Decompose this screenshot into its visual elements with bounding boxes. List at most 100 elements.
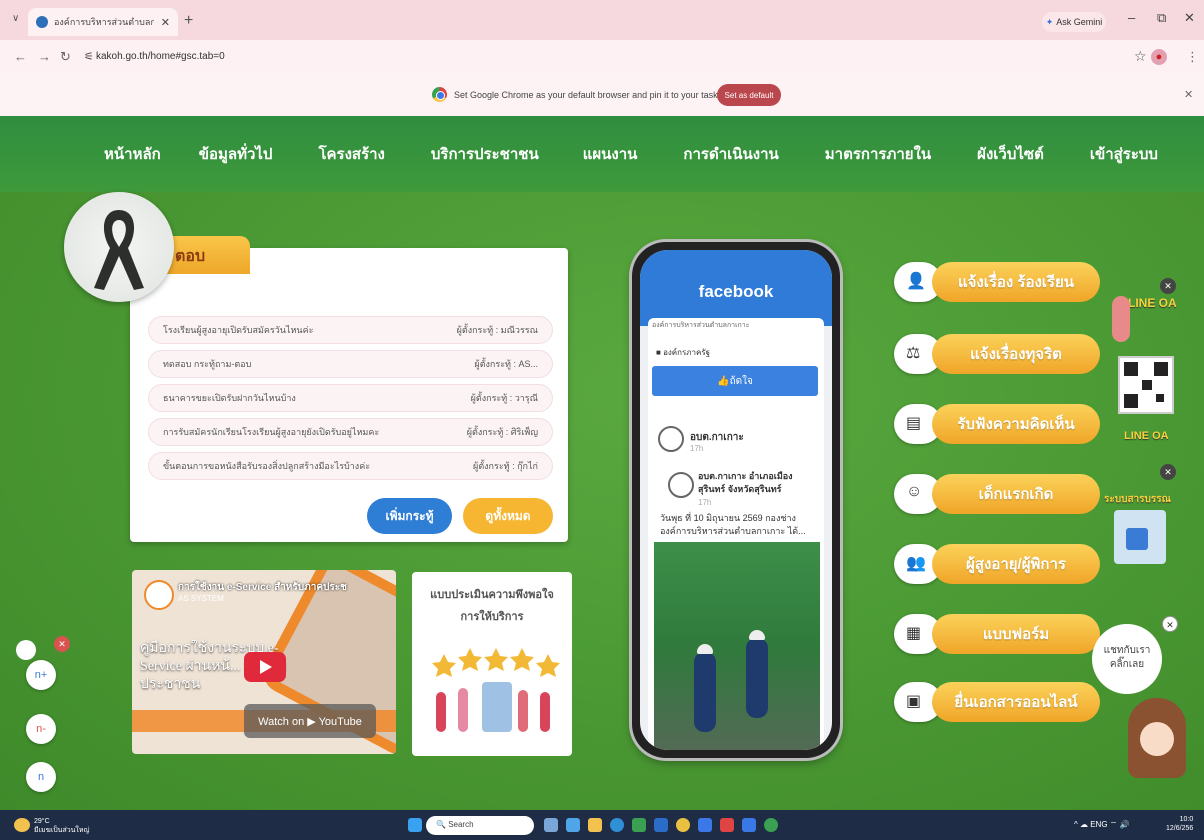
back-icon[interactable]: ←	[14, 49, 27, 64]
minimize-icon[interactable]: –	[1128, 10, 1135, 25]
close-accessibility-icon[interactable]: ✕	[54, 636, 70, 652]
service-online-docs[interactable]: ▣ ยื่นเอกสารออนไลน์	[894, 682, 1102, 722]
forward-icon[interactable]: →	[38, 49, 51, 64]
chat-mascot[interactable]	[1128, 698, 1186, 778]
edge-icon[interactable]	[610, 818, 624, 832]
video-channel: AS SYSTEM	[178, 594, 224, 603]
pdf-icon[interactable]	[720, 818, 734, 832]
line-qr-code[interactable]	[1118, 356, 1174, 414]
close-line-widget-icon[interactable]: ✕	[1160, 278, 1176, 294]
service-complaint[interactable]: 👤 แจ้งเรื่อง ร้องเรียน	[894, 262, 1102, 302]
nav-structure[interactable]: โครงสร้าง	[318, 142, 384, 166]
survey-illustration	[432, 648, 560, 732]
fb-post1-name[interactable]: อบต.กาเกาะ	[690, 430, 744, 445]
chrome-logo-icon	[432, 87, 447, 102]
widgets-icon[interactable]	[566, 818, 580, 832]
system-tray[interactable]: ^ ☁ ENG ⌔ 🔊	[1074, 820, 1129, 830]
reload-icon[interactable]: ↻	[60, 49, 71, 65]
watch-on-youtube-button[interactable]: Watch on ▶ YouTube	[244, 704, 376, 738]
service-newborn[interactable]: ☺ เด็กแรกเกิด	[894, 474, 1102, 514]
qa-author: ผู้ตั้งกระทู้ : วารุณี	[470, 393, 538, 403]
qa-author: ผู้ตั้งกระทู้ : ศิริเพ็ญ	[466, 427, 538, 437]
nav-general-info[interactable]: ข้อมูลทั่วไป	[199, 142, 273, 166]
font-decrease-button[interactable]: n-	[26, 714, 56, 744]
view-all-button[interactable]: ดูทั้งหมด	[463, 498, 553, 534]
font-increase-button[interactable]: n+	[26, 660, 56, 690]
set-default-button[interactable]: Set as default	[717, 84, 781, 106]
close-chat-icon[interactable]: ✕	[1162, 616, 1178, 632]
clock-time: 10:0	[1179, 816, 1194, 823]
restore-icon[interactable]: ⧉	[1157, 10, 1166, 26]
helmet	[749, 630, 765, 640]
line-oa-bottom[interactable]: LINE OA	[1124, 430, 1169, 442]
service-label: ผู้สูงอายุ/ผู้พิการ	[932, 544, 1100, 584]
profile-avatar[interactable]: ●	[1151, 49, 1167, 65]
window-close-icon[interactable]: ✕	[1184, 10, 1195, 26]
fb-post2-name[interactable]: อบต.กาเกาะ อำเภอเมือง สุรินทร์ จังหวัดสุ…	[698, 470, 816, 496]
play-icon[interactable]	[244, 652, 286, 682]
qa-author: ผู้ตั้งกระทู้ : มณีวรรณ	[456, 325, 538, 335]
url-field[interactable]: kakoh.go.th/home#gsc.tab=0	[96, 51, 225, 62]
youtube-video[interactable]: การใช้งาน e-Service สำหรับภาคประช AS SYS…	[132, 570, 396, 754]
infobar-close-icon[interactable]: ✕	[1184, 88, 1193, 101]
satisfaction-survey[interactable]: แบบประเมินความพึงพอใจ การให้บริการ	[412, 572, 572, 756]
store-icon[interactable]	[632, 818, 646, 832]
nav-sitemap[interactable]: ผังเว็บไซต์	[977, 142, 1044, 166]
nav-internal-measures[interactable]: มาตรการภายใน	[825, 142, 931, 166]
outlook-icon[interactable]	[742, 818, 756, 832]
fb-page-name: ■ องค์กรภาครัฐ	[656, 348, 711, 357]
fb-like-button[interactable]: 👍 ถ้ดใจ	[652, 366, 818, 396]
weather-widget[interactable]: 29°C มีเมฆเป็นส่วนใหญ่	[34, 817, 89, 835]
weather-desc: มีเมฆเป็นส่วนใหญ่	[34, 827, 90, 834]
service-opinion[interactable]: ▤ รับฟังความคิดเห็น	[894, 404, 1102, 444]
browser-tab[interactable]: องค์การบริหารส่วนตำบลกาเกาะ ✕	[28, 8, 178, 36]
qa-row[interactable]: การรับสมัครนักเรียนโรงเรียนผู้สูงอายุยัง…	[148, 418, 553, 446]
mail-icon[interactable]	[654, 818, 668, 832]
service-corruption[interactable]: ⚖ แจ้งเรื่องทุจริต	[894, 334, 1102, 374]
service-forms[interactable]: ▦ แบบฟอร์ม	[894, 614, 1102, 654]
font-normal-button[interactable]: n	[26, 762, 56, 792]
word-icon[interactable]	[698, 818, 712, 832]
weather-icon[interactable]	[14, 818, 30, 832]
tab-search-icon[interactable]: ∨	[12, 13, 19, 24]
taskbar-clock[interactable]: 10:0 12/6/256	[1166, 815, 1193, 833]
bookmark-star-icon[interactable]: ☆	[1134, 48, 1147, 65]
nav-public-service[interactable]: บริการประชาชน	[431, 142, 539, 166]
close-ebook-widget-icon[interactable]: ✕	[1160, 464, 1176, 480]
facebook-logo[interactable]: facebook	[640, 282, 832, 302]
nav-plans[interactable]: แผนงาน	[583, 142, 638, 166]
language-indicator[interactable]: ENG	[1090, 820, 1107, 829]
line-oa-top[interactable]: LINE OA	[1128, 296, 1177, 310]
menu-kebab-icon[interactable]: ⋮	[1186, 49, 1199, 65]
ebook-title[interactable]: ระบบสารบรรณ	[1104, 492, 1171, 507]
nav-operations[interactable]: การดำเนินงาน	[683, 142, 778, 166]
service-elderly[interactable]: 👥 ผู้สูงอายุ/ผู้พิการ	[894, 544, 1102, 584]
qa-row[interactable]: ทดสอบ กระทู้ถาม-ตอบ ผู้ตั้งกระทู้ : AS...	[148, 350, 553, 378]
qa-row[interactable]: ขั้นตอนการขอหนังสือรับรองสิ่งปลูกสร้างมี…	[148, 452, 553, 480]
mascot-figure	[1112, 296, 1130, 342]
nav-login[interactable]: เข้าสู่ระบบ	[1090, 142, 1158, 166]
chat-bubble[interactable]: แชทกับเรา คลิ๊กเลย	[1092, 624, 1162, 694]
site-info-icon[interactable]: ⚟	[84, 50, 94, 63]
add-topic-button[interactable]: เพิ่มกระทู้	[367, 498, 452, 534]
chrome-icon[interactable]	[676, 818, 690, 832]
gemini-icon: ✦	[1045, 16, 1054, 27]
line-app-icon[interactable]	[764, 818, 778, 832]
taskbar-search[interactable]: 🔍 Search	[426, 816, 534, 835]
taskview-icon[interactable]	[544, 818, 558, 832]
fb-post-photo[interactable]	[654, 542, 820, 750]
tab-close-icon[interactable]: ✕	[161, 16, 170, 29]
qa-row[interactable]: โรงเรียนผู้สูงอายุเปิดรับสมัครวันไหนค่ะ ผ…	[148, 316, 553, 344]
ebook-illustration	[1114, 510, 1166, 564]
nav-home[interactable]: หน้าหลัก	[104, 142, 161, 166]
channel-logo	[144, 580, 174, 610]
video-title[interactable]: การใช้งาน e-Service สำหรับภาคประช	[178, 580, 347, 595]
file-explorer-icon[interactable]	[588, 818, 602, 832]
qa-author: ผู้ตั้งกระทู้ : AS...	[474, 359, 538, 369]
qa-row[interactable]: ธนาคารขยะเปิดรับฝากวันไหนบ้าง ผู้ตั้งกระท…	[148, 384, 553, 412]
qa-question: ขั้นตอนการขอหนังสือรับรองสิ่งปลูกสร้างมี…	[163, 461, 371, 471]
new-tab-icon[interactable]: +	[184, 12, 193, 30]
windows-start-icon[interactable]	[408, 818, 422, 832]
ask-gemini-button[interactable]: ✦ Ask Gemini	[1042, 12, 1106, 32]
accessibility-icon[interactable]	[16, 640, 36, 660]
